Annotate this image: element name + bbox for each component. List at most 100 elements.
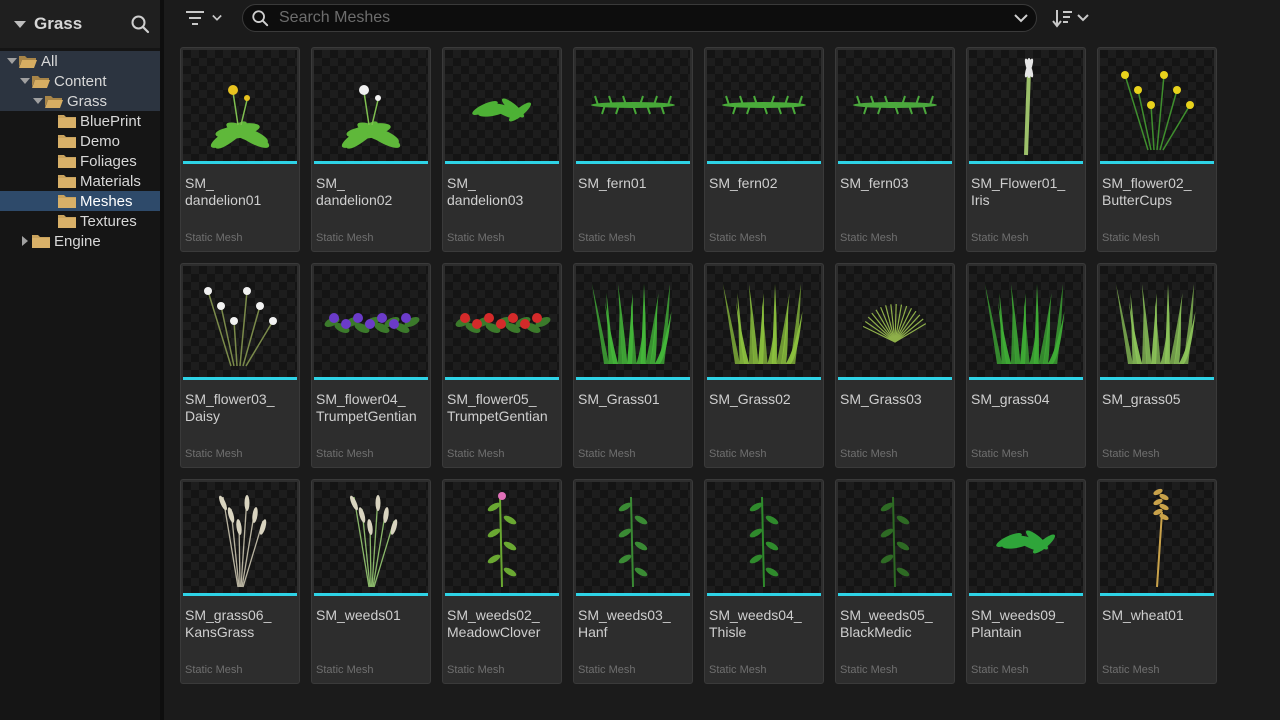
asset-thumbnail	[314, 482, 428, 594]
asset-type-label: Static Mesh	[316, 232, 374, 244]
asset-grid: SM_ dandelion01 Static Mesh SM_ dandelion0…	[180, 47, 1217, 684]
expand-arrow-icon[interactable]	[19, 75, 31, 87]
tree-item-label: BluePrint	[80, 112, 141, 130]
tree-item-meshes[interactable]: Meshes	[0, 191, 160, 211]
expand-arrow-icon[interactable]	[32, 95, 44, 107]
asset-type-label: Static Mesh	[971, 448, 1029, 460]
asset-tile[interactable]: SM_ dandelion01 Static Mesh	[180, 47, 300, 252]
filter-button[interactable]	[184, 6, 228, 30]
asset-tile[interactable]: SM_grass06_ KansGrass Static Mesh	[180, 479, 300, 684]
search-icon	[252, 10, 269, 27]
asset-tile[interactable]: SM_Flower01_ Iris Static Mesh	[966, 47, 1086, 252]
asset-thumbnail	[969, 50, 1083, 162]
asset-type-color-bar	[576, 377, 690, 380]
asset-thumbnail	[838, 50, 952, 162]
asset-thumbnail	[576, 482, 690, 594]
asset-tile[interactable]: SM_wheat01 Static Mesh	[1097, 479, 1217, 684]
asset-tile[interactable]: SM_Grass02 Static Mesh	[704, 263, 824, 468]
asset-tile[interactable]: SM_Grass01 Static Mesh	[573, 263, 693, 468]
search-bar[interactable]	[242, 4, 1037, 32]
folder-icon	[57, 133, 77, 149]
tree-item-textures[interactable]: Textures	[0, 211, 160, 231]
asset-tile[interactable]: SM_ dandelion03 Static Mesh	[442, 47, 562, 252]
asset-tile[interactable]: SM_flower02_ ButterCups Static Mesh	[1097, 47, 1217, 252]
search-input[interactable]	[277, 8, 1014, 28]
asset-type-label: Static Mesh	[840, 448, 898, 460]
asset-type-label: Static Mesh	[840, 664, 898, 676]
folder-sidebar: Grass All Content Grass BluePrint Demo Foliag…	[0, 0, 164, 720]
asset-name: SM_grass05	[1102, 391, 1181, 407]
asset-type-label: Static Mesh	[971, 232, 1029, 244]
asset-tile[interactable]: SM_weeds03_ Hanf Static Mesh	[573, 479, 693, 684]
folder-icon	[57, 213, 77, 229]
asset-type-color-bar	[445, 377, 559, 380]
asset-tile[interactable]: SM_fern02 Static Mesh	[704, 47, 824, 252]
asset-thumbnail	[576, 50, 690, 162]
asset-thumbnail	[707, 266, 821, 378]
asset-tile[interactable]: SM_flower05_ TrumpetGentian Static Mesh	[442, 263, 562, 468]
asset-name: SM_weeds04_ Thisle	[709, 607, 802, 640]
asset-tile[interactable]: SM_flower04_ TrumpetGentian Static Mesh	[311, 263, 431, 468]
asset-type-color-bar	[183, 377, 297, 380]
asset-tile[interactable]: SM_weeds01 Static Mesh	[311, 479, 431, 684]
sort-icon	[1052, 10, 1072, 28]
asset-type-label: Static Mesh	[1102, 232, 1160, 244]
collapsed-arrow-icon[interactable]	[19, 235, 31, 247]
content-browser: Grass All Content Grass BluePrint Demo Foliag…	[0, 0, 1280, 720]
sort-button[interactable]	[1052, 6, 1092, 30]
folder-icon	[57, 153, 77, 169]
asset-tile[interactable]: SM_weeds05_ BlackMedic Static Mesh	[835, 479, 955, 684]
asset-tile[interactable]: SM_weeds04_ Thisle Static Mesh	[704, 479, 824, 684]
tree-item-blueprint[interactable]: BluePrint	[0, 111, 160, 131]
asset-tile[interactable]: SM_weeds09_ Plantain Static Mesh	[966, 479, 1086, 684]
asset-type-label: Static Mesh	[971, 664, 1029, 676]
folder-open-icon	[18, 53, 38, 69]
expand-arrow-icon[interactable]	[6, 55, 18, 67]
asset-tile[interactable]: SM_grass05 Static Mesh	[1097, 263, 1217, 468]
asset-thumbnail	[445, 482, 559, 594]
asset-thumbnail	[838, 266, 952, 378]
asset-tile[interactable]: SM_ dandelion02 Static Mesh	[311, 47, 431, 252]
asset-type-label: Static Mesh	[709, 448, 767, 460]
asset-type-color-bar	[576, 593, 690, 596]
asset-name: SM_weeds01	[316, 607, 401, 623]
asset-tile[interactable]: SM_fern03 Static Mesh	[835, 47, 955, 252]
asset-type-color-bar	[445, 161, 559, 164]
tree-item-grass[interactable]: Grass	[0, 91, 160, 111]
filter-icon	[186, 11, 204, 25]
tree-item-content[interactable]: Content	[0, 71, 160, 91]
asset-tile[interactable]: SM_weeds02_ MeadowClover Static Mesh	[442, 479, 562, 684]
collapse-caret-icon[interactable]	[14, 20, 26, 28]
asset-thumbnail	[707, 482, 821, 594]
tree-item-all[interactable]: All	[0, 51, 160, 71]
tree-item-materials[interactable]: Materials	[0, 171, 160, 191]
tree-item-demo[interactable]: Demo	[0, 131, 160, 151]
asset-type-color-bar	[838, 377, 952, 380]
tree-item-label: Grass	[67, 92, 108, 110]
asset-name: SM_Flower01_ Iris	[971, 175, 1066, 208]
asset-tile[interactable]: SM_flower03_ Daisy Static Mesh	[180, 263, 300, 468]
tree-item-engine[interactable]: Engine	[0, 231, 160, 251]
asset-name: SM_weeds05_ BlackMedic	[840, 607, 933, 640]
tree-item-foliages[interactable]: Foliages	[0, 151, 160, 171]
asset-type-color-bar	[1100, 161, 1214, 164]
asset-tile[interactable]: SM_Grass03 Static Mesh	[835, 263, 955, 468]
asset-thumbnail	[183, 266, 297, 378]
toolbar	[164, 0, 1280, 36]
asset-type-label: Static Mesh	[1102, 448, 1160, 460]
asset-type-color-bar	[314, 593, 428, 596]
chevron-down-icon[interactable]	[1014, 13, 1028, 23]
folder-tree: All Content Grass BluePrint Demo Foliages Mate…	[0, 48, 160, 251]
sidebar-title: Grass	[34, 14, 83, 33]
asset-tile[interactable]: SM_grass04 Static Mesh	[966, 263, 1086, 468]
search-icon[interactable]	[130, 14, 150, 34]
asset-tile[interactable]: SM_fern01 Static Mesh	[573, 47, 693, 252]
asset-thumbnail	[969, 266, 1083, 378]
asset-thumbnail	[707, 50, 821, 162]
asset-type-label: Static Mesh	[316, 448, 374, 460]
asset-type-label: Static Mesh	[185, 448, 243, 460]
asset-type-color-bar	[445, 593, 559, 596]
asset-thumbnail	[838, 482, 952, 594]
